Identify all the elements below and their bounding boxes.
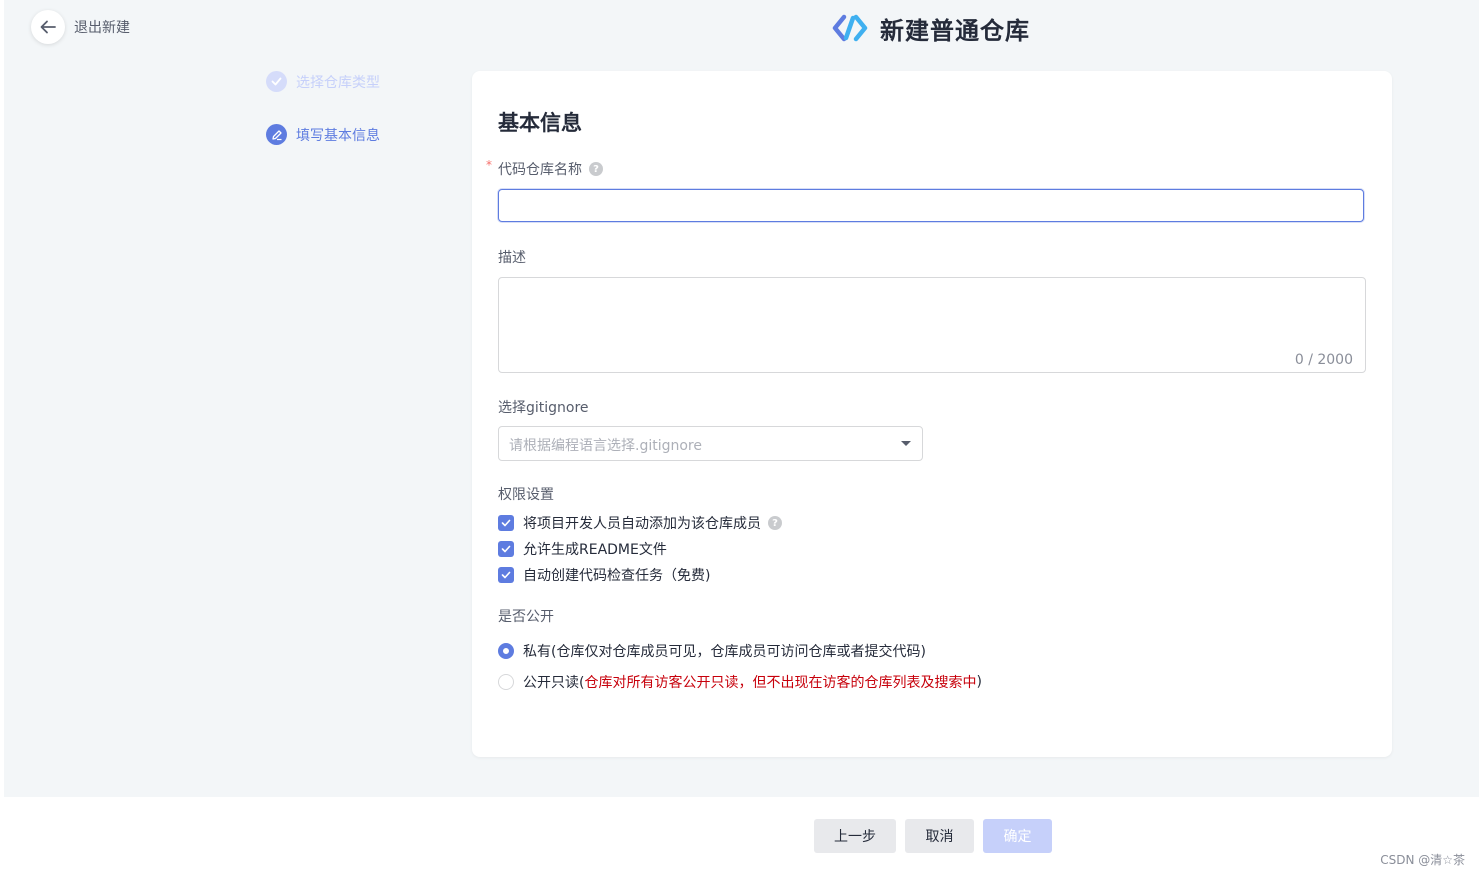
step-label: 选择仓库类型 (296, 74, 380, 91)
visibility-option-public-readonly[interactable]: 公开只读(仓库对所有访客公开只读，但不出现在访客的仓库列表及搜索中 ) (498, 672, 982, 692)
code-repo-logo-icon (832, 14, 868, 42)
page-title: 新建普通仓库 (880, 16, 1030, 45)
help-question-icon[interactable]: ? (768, 516, 782, 530)
checkbox-checked-icon[interactable] (498, 541, 514, 557)
radio-unselected-icon[interactable] (498, 674, 514, 690)
back-button[interactable] (31, 10, 65, 44)
radio-selected-icon[interactable] (498, 643, 514, 659)
checkbox-label: 将项目开发人员自动添加为该仓库成员 (523, 516, 761, 532)
section-title: 基本信息 (498, 111, 582, 135)
radio-label-warning: 仓库对所有访客公开只读，但不出现在访客的仓库列表及搜索中 (584, 675, 977, 691)
footer-bar: 上一步 取消 确定 (4, 797, 1479, 873)
gitignore-select[interactable]: 请根据编程语言选择.gitignore (498, 426, 923, 461)
repo-name-label-text: 代码仓库名称 (498, 162, 582, 178)
visibility-label: 是否公开 (498, 609, 554, 625)
radio-label-suffix: ) (976, 674, 982, 690)
gitignore-label: 选择gitignore (498, 400, 589, 416)
exit-create-label[interactable]: 退出新建 (74, 17, 130, 37)
repo-name-input[interactable] (498, 189, 1364, 222)
edit-pencil-icon (266, 124, 287, 145)
checkbox-label: 允许生成README文件 (523, 542, 667, 558)
checkbox-label: 自动创建代码检查任务（免费) (523, 568, 711, 584)
radio-label-prefix: 公开只读( (523, 675, 585, 691)
checkbox-checked-icon[interactable] (498, 567, 514, 583)
checkbox-checked-icon[interactable] (498, 515, 514, 531)
repo-name-label: * 代码仓库名称 ? (486, 158, 603, 179)
required-asterisk: * (486, 158, 492, 172)
left-frame-edge (0, 0, 4, 873)
visibility-option-private[interactable]: 私有(仓库仅对仓库成员可见，仓库成员可访问仓库或者提交代码) (498, 641, 926, 661)
step-select-repo-type[interactable]: 选择仓库类型 (266, 71, 380, 92)
description-label: 描述 (498, 250, 526, 266)
help-question-icon[interactable]: ? (589, 162, 603, 176)
description-textarea[interactable]: 0 / 2000 (498, 277, 1366, 373)
watermark: CSDN @清☆茶 (1380, 853, 1465, 867)
radio-label: 私有(仓库仅对仓库成员可见，仓库成员可访问仓库或者提交代码) (523, 644, 926, 660)
description-char-counter: 0 / 2000 (1294, 352, 1353, 368)
arrow-left-icon (40, 20, 56, 34)
basic-info-card: 基本信息 * 代码仓库名称 ? 描述 0 / 2000 选择gitignore … (472, 71, 1392, 757)
permission-option-auto-add-members[interactable]: 将项目开发人员自动添加为该仓库成员 ? (498, 513, 782, 533)
permissions-label: 权限设置 (498, 487, 554, 503)
permission-option-code-check-task[interactable]: 自动创建代码检查任务（免费) (498, 565, 710, 585)
cancel-button[interactable]: 取消 (905, 819, 974, 853)
check-circle-icon (266, 71, 287, 92)
caret-down-icon (901, 441, 911, 446)
previous-step-button[interactable]: 上一步 (814, 819, 896, 853)
step-fill-basic-info[interactable]: 填写基本信息 (266, 124, 380, 145)
page-header: 新建普通仓库 (832, 10, 1030, 46)
gitignore-placeholder: 请根据编程语言选择.gitignore (509, 438, 702, 454)
confirm-button[interactable]: 确定 (983, 819, 1052, 853)
permission-option-generate-readme[interactable]: 允许生成README文件 (498, 539, 667, 559)
step-label: 填写基本信息 (296, 127, 380, 144)
